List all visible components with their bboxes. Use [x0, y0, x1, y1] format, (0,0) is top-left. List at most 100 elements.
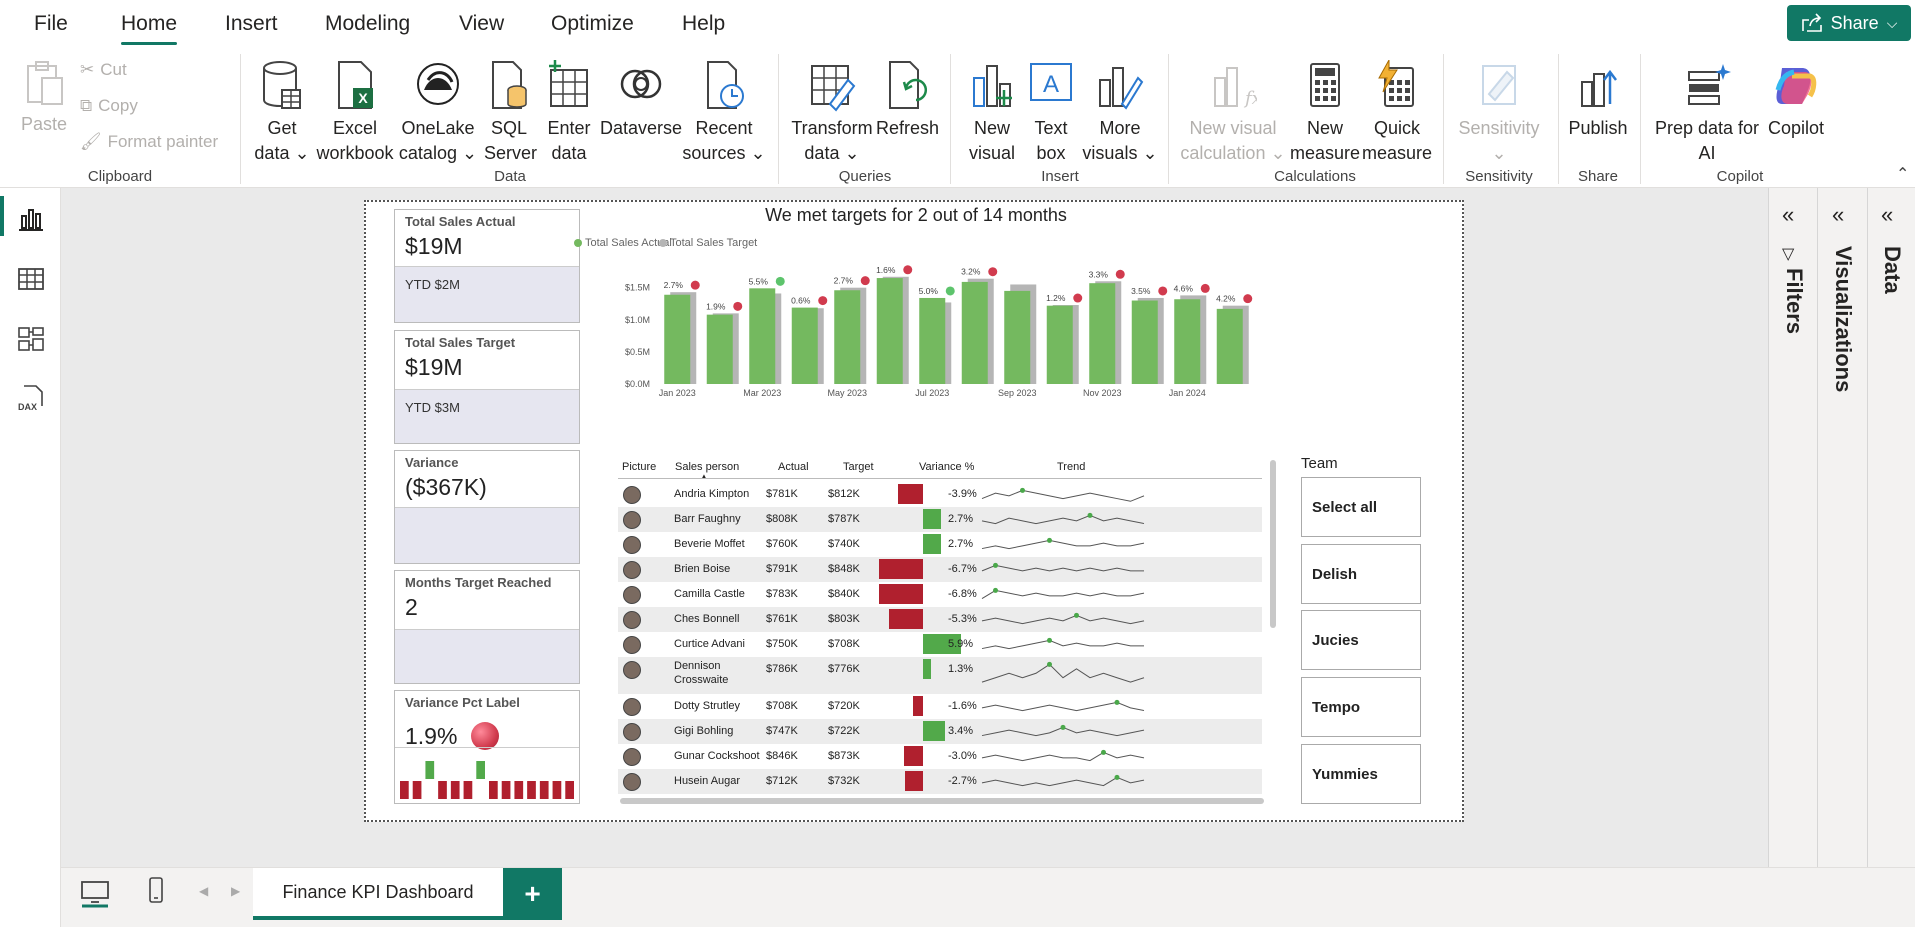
- table-row[interactable]: Dotty Strutley $708K $720K -1.6%: [618, 694, 1262, 719]
- cell-sales-person: Barr Faughny: [674, 513, 741, 525]
- add-page-button[interactable]: +: [503, 868, 562, 920]
- refresh-button[interactable]: Refresh: [876, 60, 939, 141]
- table-view-icon[interactable]: [16, 264, 46, 294]
- table-row[interactable]: Camilla Castle $783K $840K -6.8%: [618, 582, 1262, 607]
- cut-button[interactable]: ✂ Cut: [80, 60, 127, 80]
- table-horizontal-scrollbar[interactable]: [620, 798, 1264, 804]
- sql-server-button[interactable]: SQL Server: [484, 60, 537, 166]
- publish-icon: [1581, 69, 1617, 107]
- text-box-button[interactable]: A Text box: [1024, 60, 1078, 166]
- onelake-catalog-button[interactable]: OneLake catalog ⌄: [398, 60, 478, 166]
- col-header-variance-pct[interactable]: Variance %: [919, 461, 974, 473]
- legend-marker: [659, 239, 667, 247]
- divider: [1168, 54, 1169, 184]
- slicer-option-jucies[interactable]: Jucies: [1301, 610, 1421, 670]
- transform-data-button[interactable]: Transform data ⌄: [790, 60, 874, 166]
- next-page-icon[interactable]: ▶: [231, 884, 240, 898]
- kpi-title: Total Sales Actual: [405, 214, 516, 229]
- paste-button[interactable]: Paste: [18, 60, 70, 137]
- menu-view[interactable]: View: [459, 12, 504, 36]
- legend-item-target[interactable]: Total Sales Target: [659, 237, 757, 249]
- slicer-option-yummies[interactable]: Yummies: [1301, 744, 1421, 804]
- cell-sales-person: Andria Kimpton: [674, 488, 750, 500]
- table-row[interactable]: Andria Kimpton $781K $812K -3.9%: [618, 482, 1262, 507]
- copilot-button[interactable]: Copilot: [1766, 60, 1826, 141]
- filters-pane[interactable]: « ▽ Filters: [1768, 188, 1817, 867]
- menu-help[interactable]: Help: [682, 12, 725, 36]
- kpi-card-variance[interactable]: Variance ($367K): [394, 450, 580, 564]
- table-row[interactable]: Ches Bonnell $761K $803K -5.3%: [618, 607, 1262, 632]
- table-row[interactable]: Curtice Advani $750K $708K 5.9%: [618, 632, 1262, 657]
- y-tick-label: $0.0M: [625, 379, 650, 389]
- cell-actual: $747K: [766, 725, 798, 737]
- sales-bar-chart[interactable]: $0.0M $0.5M $1.0M $1.5M 2.7% Jan 2023 1.9% 5.5%…: [606, 252, 1256, 452]
- collapse-ribbon-icon[interactable]: ⌃: [1896, 164, 1909, 184]
- enter-data-button[interactable]: Enter data: [542, 60, 596, 166]
- col-header-picture[interactable]: Picture: [622, 461, 656, 473]
- dataverse-button[interactable]: Dataverse: [600, 60, 682, 141]
- col-header-target[interactable]: Target: [843, 461, 874, 473]
- report-view-icon[interactable]: [16, 204, 46, 234]
- table-row[interactable]: Husein Augar $712K $732K -2.7%: [618, 769, 1262, 794]
- dataverse-icon: [620, 69, 662, 99]
- visualizations-pane[interactable]: « Visualizations: [1817, 188, 1867, 867]
- table-vertical-scrollbar[interactable]: [1270, 460, 1276, 628]
- menu-file[interactable]: File: [34, 12, 68, 36]
- menu-insert[interactable]: Insert: [225, 12, 278, 36]
- menu-optimize[interactable]: Optimize: [551, 12, 634, 36]
- kpi-card-total-sales-target[interactable]: Total Sales Target $19M YTD $3M: [394, 330, 580, 444]
- table-row[interactable]: Gigi Bohling $747K $722K 3.4%: [618, 719, 1262, 744]
- share-button[interactable]: Share ⌵: [1787, 5, 1911, 41]
- x-tick-label: Jan 2024: [1169, 388, 1206, 398]
- data-label: 5.0%: [919, 286, 939, 296]
- table-row[interactable]: Barr Faughny $808K $787K 2.7%: [618, 507, 1262, 532]
- new-visual-calculation-button[interactable]: fx New visualcalculation ⌄: [1178, 60, 1288, 166]
- kpi-card-variance-pct[interactable]: Variance Pct Label 1.9%: [394, 690, 580, 804]
- new-measure-button[interactable]: New measure: [1290, 60, 1360, 166]
- mobile-layout-icon[interactable]: [147, 876, 165, 906]
- new-visual-button[interactable]: New visual: [962, 60, 1022, 166]
- cell-target: $720K: [828, 700, 860, 712]
- slicer-option-select-all[interactable]: Select all: [1301, 477, 1421, 537]
- menu-home[interactable]: Home: [121, 12, 178, 45]
- slicer-option-delish[interactable]: Delish: [1301, 544, 1421, 604]
- table-row[interactable]: Gunar Cockshoot $846K $873K -3.0%: [618, 744, 1262, 769]
- recent-sources-button[interactable]: Recent sources ⌄: [682, 60, 766, 166]
- divider: [240, 54, 241, 184]
- format-painter-button[interactable]: 🖌 Format painter: [80, 132, 218, 152]
- excel-workbook-button[interactable]: X Excel workbook: [316, 60, 394, 166]
- dax-query-view-icon[interactable]: DAX: [16, 384, 46, 414]
- table-row[interactable]: Brien Boise $791K $848K -6.7%: [618, 557, 1262, 582]
- variance-bar: [897, 484, 923, 504]
- cell-sales-person: Dennison Crosswaite: [674, 660, 729, 686]
- sensitivity-button[interactable]: Sensitivity ⌄: [1452, 60, 1546, 166]
- kpi-subtitle: [395, 629, 579, 683]
- expand-visualizations-icon[interactable]: «: [1832, 202, 1844, 228]
- kpi-card-total-sales-actual[interactable]: Total Sales Actual $19M YTD $2M: [394, 209, 580, 323]
- copy-button[interactable]: ⧉ Copy: [80, 96, 138, 116]
- col-header-actual[interactable]: Actual: [778, 461, 809, 473]
- kpi-card-months-target-reached[interactable]: Months Target Reached 2: [394, 570, 580, 684]
- table-row[interactable]: Beverie Moffet $760K $740K 2.7%: [618, 532, 1262, 557]
- quick-measure-button[interactable]: Quick measure: [1360, 60, 1434, 166]
- previous-page-icon[interactable]: ◀: [199, 884, 208, 898]
- expand-filters-icon[interactable]: «: [1782, 202, 1794, 228]
- desktop-layout-icon[interactable]: [79, 878, 111, 908]
- menu-modeling[interactable]: Modeling: [325, 12, 410, 36]
- prep-data-for-ai-button[interactable]: Prep data for AI: [1650, 60, 1764, 166]
- trend-max-marker: [1087, 512, 1093, 518]
- variance-bar: [923, 721, 946, 741]
- expand-data-icon[interactable]: «: [1881, 202, 1893, 228]
- col-header-trend[interactable]: Trend: [1057, 461, 1085, 473]
- table-row[interactable]: Dennison Crosswaite $786K $776K 1.3%: [618, 657, 1262, 694]
- legend-item-actual[interactable]: Total Sales Actual: [574, 237, 672, 249]
- get-data-button[interactable]: Get data ⌄: [250, 60, 314, 166]
- data-pane[interactable]: « Data: [1867, 188, 1915, 867]
- model-view-icon[interactable]: [16, 324, 46, 354]
- variance-column-positive: [425, 761, 435, 779]
- slicer-option-tempo[interactable]: Tempo: [1301, 677, 1421, 737]
- cell-variance-pct: -6.8%: [948, 588, 977, 600]
- publish-button[interactable]: Publish: [1566, 60, 1630, 141]
- more-visuals-button[interactable]: More visuals ⌄: [1080, 60, 1160, 166]
- page-tab-finance-kpi-dashboard[interactable]: Finance KPI Dashboard: [253, 868, 503, 920]
